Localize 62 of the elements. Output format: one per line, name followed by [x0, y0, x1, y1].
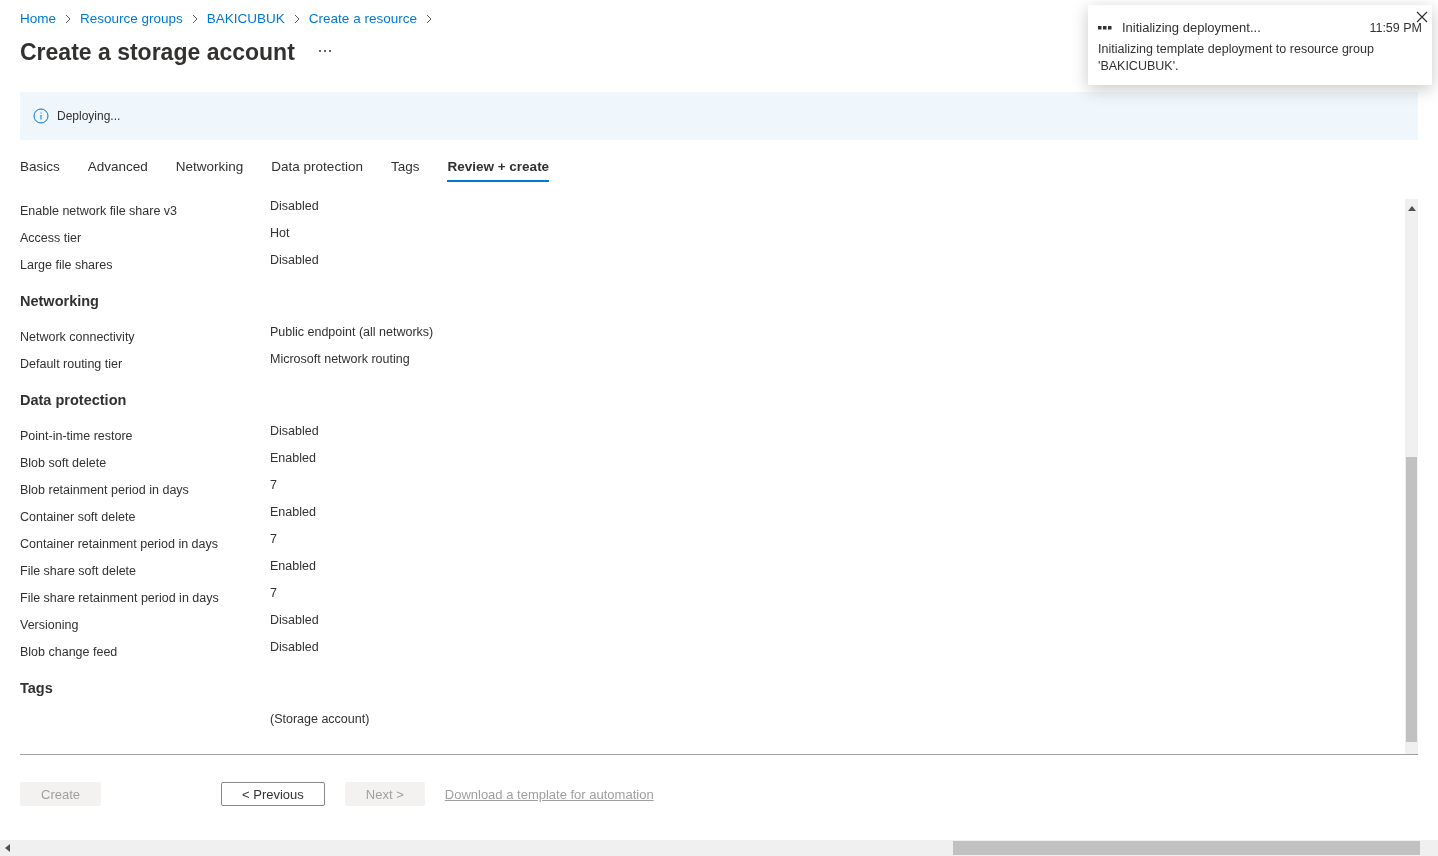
field-label: Blob change feed — [20, 644, 118, 659]
field-label: Container soft delete — [20, 509, 136, 524]
chevron-icon — [190, 13, 199, 24]
field-label: Default routing tier — [20, 356, 123, 371]
field-label: Large file shares — [20, 257, 113, 272]
scrollbar-thumb[interactable] — [1406, 456, 1417, 742]
field-value: Disabled — [270, 639, 319, 654]
tab[interactable]: Basics — [20, 153, 60, 182]
breadcrumb-link[interactable]: BAKICUBUK — [206, 11, 285, 27]
field-value: Public endpoint (all networks) — [270, 324, 434, 339]
section-heading: Tags — [20, 678, 54, 698]
info-icon — [33, 107, 49, 124]
field-label: Blob retainment period in days — [20, 482, 189, 497]
field-label: Enable network file share v3 — [20, 203, 178, 218]
breadcrumb-link[interactable]: Create a resource — [308, 11, 417, 27]
field-value: Enabled — [270, 450, 316, 465]
field-label: Access tier — [20, 230, 82, 245]
field-value: Enabled — [270, 504, 316, 519]
field-value: 7 — [270, 585, 277, 600]
notification-message: Initializing template deployment to resource group 'BAKICUBUK'. — [1098, 41, 1375, 75]
scroll-up-icon[interactable] — [1407, 205, 1416, 211]
close-icon[interactable] — [1416, 11, 1428, 23]
field-value: Disabled — [270, 612, 319, 627]
field-value: 7 — [270, 531, 277, 546]
more-options-icon[interactable] — [318, 48, 331, 53]
notification-title: Initializing deployment... — [1122, 20, 1262, 35]
field-value: Disabled — [270, 423, 319, 438]
tab[interactable]: Advanced — [87, 153, 148, 182]
field-value: Microsoft network routing — [270, 351, 410, 366]
field-value: Enabled — [270, 558, 316, 573]
progress-dots-icon — [1098, 25, 1112, 30]
breadcrumb-link[interactable]: Resource groups — [80, 11, 183, 27]
chevron-icon — [292, 13, 301, 24]
tab[interactable]: Networking — [175, 153, 244, 182]
horizontal-scrollbar[interactable] — [0, 840, 1438, 856]
scrollbar-thumb[interactable] — [953, 841, 1420, 855]
field-label: Container retainment period in days — [20, 536, 219, 551]
field-value: (Storage account) — [270, 711, 370, 726]
scroll-left-icon[interactable] — [5, 844, 10, 852]
section-heading: Networking — [20, 291, 100, 311]
field-label: Network connectivity — [20, 329, 135, 344]
tab[interactable]: Review + create — [447, 153, 550, 182]
chevron-icon — [424, 13, 433, 24]
section-heading: Data protection — [20, 390, 128, 410]
tab[interactable]: Tags — [390, 153, 420, 182]
field-value: Hot — [270, 225, 290, 240]
chevron-icon — [64, 13, 72, 24]
tab[interactable]: Data protection — [271, 153, 363, 182]
banner-text: Deploying... — [57, 108, 121, 123]
field-label: File share soft delete — [20, 563, 137, 578]
breadcrumb-link[interactable]: Home — [20, 11, 56, 27]
page-title: Create a storage account — [20, 39, 295, 67]
field-value: 7 — [270, 477, 277, 492]
field-label: File share retainment period in days — [20, 590, 219, 605]
field-label: Point-in-time restore — [20, 428, 133, 443]
footer-button[interactable]: < Previous — [221, 782, 325, 807]
field-label: Versioning — [20, 617, 79, 632]
field-value: Disabled — [270, 198, 319, 213]
vertical-scrollbar[interactable] — [1405, 198, 1418, 754]
notification-time: 11:59 PM — [1369, 20, 1422, 35]
field-label: Blob soft delete — [20, 455, 107, 470]
field-value: Disabled — [270, 252, 319, 267]
